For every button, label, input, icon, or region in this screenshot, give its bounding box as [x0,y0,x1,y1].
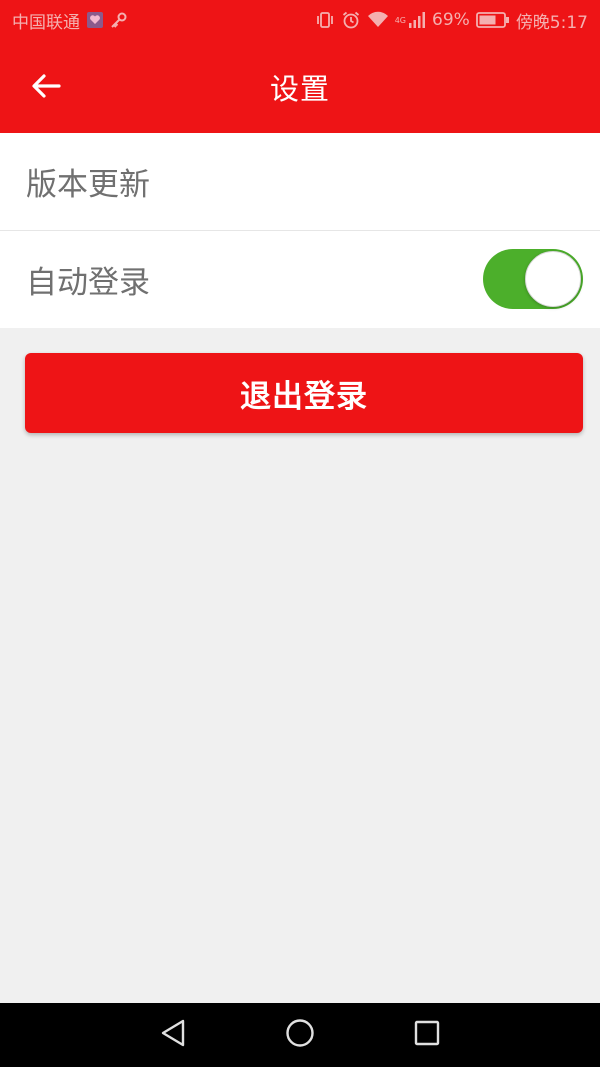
nav-back-button[interactable] [145,1007,201,1063]
logout-button[interactable]: 退出登录 [25,353,583,433]
version-update-row[interactable]: 版本更新 [0,133,600,230]
recents-square-icon [413,1019,441,1051]
system-nav-bar [0,1003,600,1067]
settings-screen: 中国联通 4G 69% 傍晚5:17 设置 版本更新 自动登录 退出登录 [0,0,600,1067]
back-triangle-icon [159,1018,187,1052]
key-icon [110,11,128,29]
status-right: 4G 69% 傍晚5:17 [315,8,588,33]
home-circle-icon [284,1017,316,1053]
auto-login-toggle[interactable] [483,249,583,309]
app-notification-icon [86,11,104,29]
battery-percent: 69% [432,10,470,30]
wifi-icon [367,11,389,29]
nav-home-button[interactable] [272,1007,328,1063]
toggle-knob [525,251,581,307]
app-bar: 设置 [0,40,600,133]
page-title: 设置 [269,71,330,106]
signal-icon [408,11,426,29]
auto-login-label: 自动登录 [26,265,150,301]
alarm-icon [341,10,361,30]
battery-icon [475,11,510,29]
status-bar: 中国联通 4G 69% 傍晚5:17 [0,0,600,40]
arrow-left-icon [31,73,61,103]
auto-login-row: 自动登录 [0,230,600,328]
settings-list: 版本更新 自动登录 [0,133,600,328]
version-update-label: 版本更新 [26,167,150,203]
carrier-name: 中国联通 [12,12,80,33]
back-button[interactable] [22,64,70,112]
vibrate-icon [315,11,335,29]
clock-time: 傍晚5:17 [515,12,588,33]
status-left: 中国联通 [12,8,128,33]
network-type: 4G [394,15,407,25]
nav-recents-button[interactable] [399,1007,455,1063]
